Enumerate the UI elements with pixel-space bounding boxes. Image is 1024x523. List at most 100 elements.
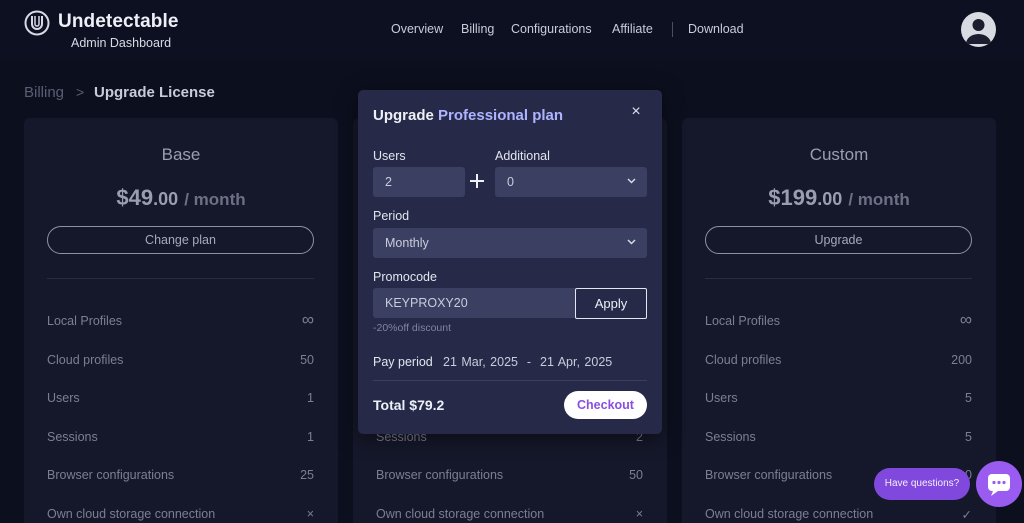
feature-value: 5	[965, 430, 972, 444]
infinity-icon: ∞	[301, 310, 314, 329]
cross-icon: ×	[306, 507, 314, 521]
user-avatar[interactable]	[961, 12, 996, 47]
breadcrumb-billing[interactable]: Billing	[24, 84, 64, 101]
total-amount: Total $79.2	[373, 397, 445, 413]
users-label: Users	[373, 149, 406, 163]
apply-button[interactable]: Apply	[575, 288, 647, 319]
divider	[373, 380, 647, 381]
nav-billing[interactable]: Billing	[461, 22, 494, 36]
infinity-icon: ∞	[959, 310, 972, 329]
feature-row: Users 5	[705, 391, 972, 405]
feature-label: Local Profiles	[47, 314, 123, 328]
discount-note: -20%off discount	[373, 322, 452, 334]
checkout-button[interactable]: Checkout	[564, 391, 647, 419]
chat-icon	[988, 474, 1010, 496]
user-icon	[966, 19, 991, 44]
feature-label: Browser configurations	[47, 468, 175, 482]
period-value: Monthly	[385, 236, 429, 250]
plan-price: $199.00 / month	[682, 185, 996, 211]
modal-title-plan: Professional plan	[438, 107, 564, 124]
top-bar: Undetectable Admin Dashboard Overview Bi…	[0, 0, 1024, 60]
plus-icon	[470, 174, 484, 188]
price-cents: .00	[817, 189, 843, 209]
users-field[interactable]	[373, 167, 465, 197]
feature-label: Users	[705, 391, 738, 405]
cross-icon: ×	[635, 507, 643, 521]
period-label: Period	[373, 209, 410, 223]
divider	[705, 278, 972, 279]
plan-title: Custom	[809, 145, 869, 164]
chat-button[interactable]	[976, 461, 1022, 507]
nav-affiliate[interactable]: Affiliate	[612, 22, 653, 36]
brand-subtitle: Admin Dashboard	[71, 36, 172, 50]
logo-icon[interactable]	[24, 10, 50, 36]
brand-name[interactable]: Undetectable	[58, 11, 179, 33]
feature-row: Cloud profiles 50	[47, 353, 314, 367]
feature-row: Users 1	[47, 391, 314, 405]
feature-label: Browser configurations	[376, 468, 504, 482]
nav-download[interactable]: Download	[688, 22, 744, 36]
chat-prompt[interactable]: Have questions?	[874, 468, 970, 500]
feature-label: Cloud profiles	[705, 353, 782, 367]
chevron-down-icon	[627, 178, 636, 184]
additional-value: 0	[507, 175, 514, 189]
feature-value: 200	[951, 353, 972, 367]
feature-row: Own cloud storage connection ×	[47, 507, 314, 521]
breadcrumb-chevron-icon: >	[76, 84, 85, 100]
promocode-input[interactable]	[385, 288, 575, 318]
plan-price: $49.00 / month	[24, 185, 338, 211]
nav-configurations[interactable]: Configurations	[511, 22, 592, 36]
feature-value: 1	[307, 430, 314, 444]
feature-value: 50	[300, 353, 314, 367]
feature-label: Own cloud storage connection	[376, 507, 545, 521]
change-plan-button[interactable]: Change plan	[47, 226, 314, 254]
feature-row: Browser configurations 25	[47, 468, 314, 482]
feature-value: 50	[629, 468, 643, 482]
feature-label: Browser configurations	[705, 468, 833, 482]
feature-row: Local Profiles ∞	[705, 310, 972, 329]
feature-value: 5	[965, 391, 972, 405]
upgrade-modal: Upgrade Professional plan × Users Additi…	[358, 90, 662, 434]
chevron-down-icon	[627, 239, 636, 245]
modal-title-prefix: Upgrade	[373, 107, 434, 124]
feature-row: Sessions 5	[705, 430, 972, 444]
additional-label: Additional	[495, 149, 550, 163]
period-select[interactable]: Monthly	[373, 228, 647, 258]
feature-label: Cloud profiles	[47, 353, 124, 367]
price-period: / month	[848, 190, 910, 209]
feature-row: Sessions 1	[47, 430, 314, 444]
feature-row: Own cloud storage connection ×	[376, 507, 643, 521]
upgrade-button[interactable]: Upgrade	[705, 226, 972, 254]
price-cents: .00	[153, 189, 179, 209]
price-period: / month	[184, 190, 246, 209]
users-input[interactable]	[385, 167, 465, 197]
page-title: Upgrade License	[94, 84, 215, 101]
plan-card-base: Base $49.00 / month Change plan Local Pr…	[24, 118, 338, 523]
feature-row: Cloud profiles 200	[705, 353, 972, 367]
price-whole: $199	[768, 185, 818, 210]
promocode-field[interactable]	[373, 288, 575, 318]
nav-overview[interactable]: Overview	[391, 22, 443, 36]
feature-row: Local Profiles ∞	[47, 310, 314, 329]
modal-title: Upgrade Professional plan	[373, 107, 563, 124]
feature-label: Users	[47, 391, 80, 405]
pay-period-label: Pay period	[373, 355, 433, 369]
feature-row: Browser configurations 50	[376, 468, 643, 482]
feature-label: Sessions	[705, 430, 756, 444]
nav-divider	[672, 22, 673, 37]
feature-value: 1	[307, 391, 314, 405]
plan-title: Base	[161, 145, 201, 164]
feature-value: 25	[300, 468, 314, 482]
feature-row: Own cloud storage connection ✓	[705, 507, 972, 522]
feature-label: Local Profiles	[705, 314, 781, 328]
price-whole: $49	[116, 185, 154, 210]
feature-label: Own cloud storage connection	[705, 507, 874, 521]
additional-select[interactable]: 0	[495, 167, 647, 197]
pay-period-value: 21 Mar, 2025 - 21 Apr, 2025	[443, 355, 613, 369]
close-icon[interactable]: ×	[629, 104, 643, 120]
check-icon: ✓	[961, 508, 972, 522]
feature-label: Own cloud storage connection	[47, 507, 216, 521]
promocode-label: Promocode	[373, 270, 437, 284]
divider	[47, 278, 314, 279]
feature-label: Sessions	[47, 430, 98, 444]
